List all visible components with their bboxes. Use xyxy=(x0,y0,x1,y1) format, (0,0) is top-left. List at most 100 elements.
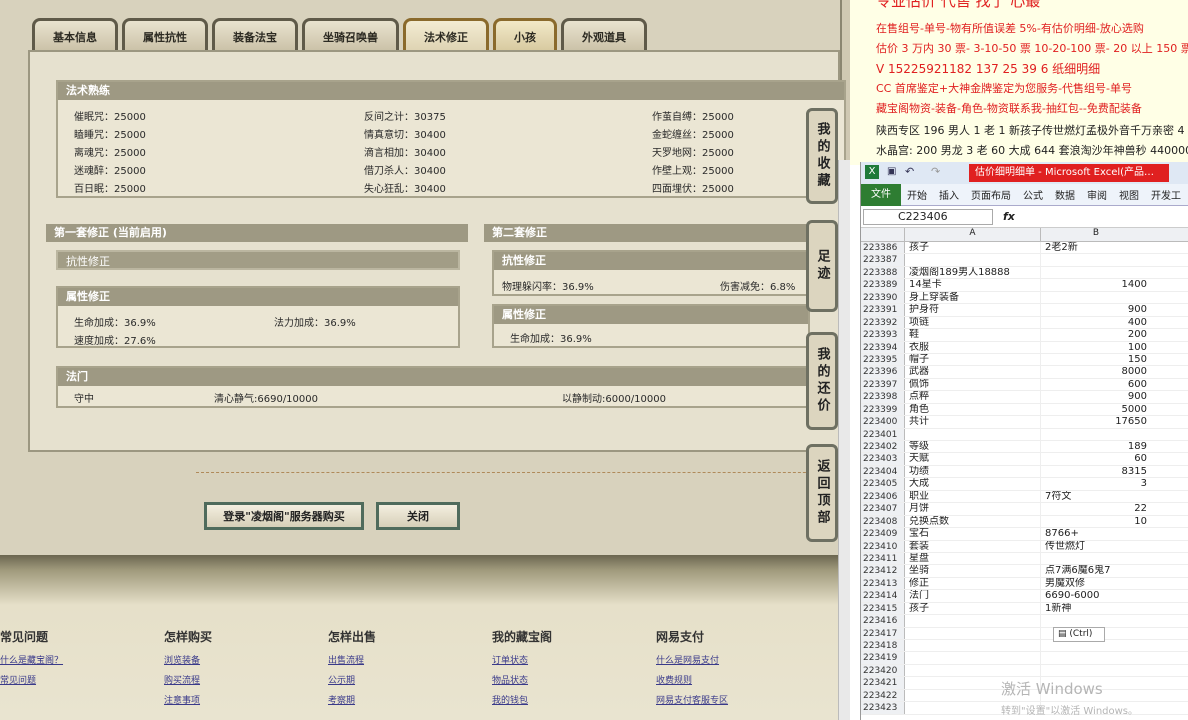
cell-b[interactable]: 100 xyxy=(1041,342,1151,353)
row-number[interactable]: 223400 xyxy=(861,416,905,428)
corner-cell[interactable] xyxy=(861,228,905,241)
row-number[interactable]: 223417 xyxy=(861,627,905,639)
row-number[interactable]: 223410 xyxy=(861,540,905,552)
footer-link[interactable]: 什么是网易支付 xyxy=(656,653,728,673)
close-button[interactable]: 关闭 xyxy=(376,502,460,530)
cell-b[interactable] xyxy=(1041,254,1151,265)
row-number[interactable]: 223396 xyxy=(861,366,905,378)
footer-link[interactable]: 网易支付客服专区 xyxy=(656,693,728,713)
my-favorites-button[interactable]: 我的收藏 xyxy=(806,108,838,204)
cell-a[interactable]: 月饼 xyxy=(905,503,1041,515)
cell-b[interactable]: 900 xyxy=(1041,304,1151,315)
fx-icon[interactable]: fx xyxy=(1003,210,1015,223)
tab-attr-resist[interactable]: 属性抗性 xyxy=(122,18,208,52)
cell-b[interactable]: 900 xyxy=(1041,391,1151,402)
cell-a[interactable]: 帽子 xyxy=(905,353,1041,366)
footer-link[interactable]: 收费规则 xyxy=(656,673,728,693)
cell-a[interactable]: 项链 xyxy=(905,316,1041,329)
cell-a[interactable]: 兑换点数 xyxy=(905,515,1041,528)
cell-b[interactable]: 200 xyxy=(1041,329,1151,340)
cell-a[interactable] xyxy=(905,664,1041,677)
ribbon-tab-insert[interactable]: 插入 xyxy=(933,187,965,202)
row-number[interactable]: 223413 xyxy=(861,577,905,590)
row-number[interactable]: 223399 xyxy=(861,403,905,416)
cell-a[interactable]: 护身符 xyxy=(905,304,1041,316)
cell-a[interactable]: 法门 xyxy=(905,590,1041,602)
cell-a[interactable]: 共计 xyxy=(905,416,1041,428)
cell-a[interactable]: 14星卡 xyxy=(905,279,1041,291)
cell-b[interactable]: 189 xyxy=(1041,441,1151,452)
cell-b[interactable]: 男魔双修 xyxy=(1041,578,1151,589)
cell-b[interactable]: 3 xyxy=(1041,478,1151,489)
row-number[interactable]: 223420 xyxy=(861,664,905,677)
cell-a[interactable]: 等级 xyxy=(905,441,1041,453)
cell-b[interactable] xyxy=(1041,429,1151,440)
cell-b[interactable]: 1400 xyxy=(1041,279,1151,290)
row-number[interactable]: 223422 xyxy=(861,689,905,702)
row-number[interactable]: 223408 xyxy=(861,515,905,528)
cell-a[interactable]: 套装 xyxy=(905,540,1041,552)
row-number[interactable]: 223421 xyxy=(861,677,905,689)
redo-icon[interactable]: ↷ xyxy=(931,165,940,178)
cell-b[interactable] xyxy=(1041,665,1151,676)
row-number[interactable]: 223395 xyxy=(861,353,905,366)
row-number[interactable]: 223419 xyxy=(861,652,905,664)
cell-a[interactable]: 坐骑 xyxy=(905,565,1041,577)
footer-link[interactable]: 浏览装备 xyxy=(164,653,212,673)
tab-spell-correction[interactable]: 法术修正 xyxy=(403,18,489,52)
ribbon-tab-layout[interactable]: 页面布局 xyxy=(965,187,1017,202)
row-number[interactable]: 223389 xyxy=(861,279,905,291)
row-number[interactable]: 223390 xyxy=(861,291,905,304)
footer-link[interactable]: 公示期 xyxy=(328,673,376,693)
footer-link[interactable]: 出售流程 xyxy=(328,653,376,673)
cell-a[interactable]: 佩饰 xyxy=(905,378,1041,391)
cell-b[interactable]: 8315 xyxy=(1041,466,1151,477)
row-number[interactable]: 223386 xyxy=(861,242,905,254)
cell-b[interactable]: 1新神 xyxy=(1041,603,1151,614)
row-number[interactable]: 223401 xyxy=(861,428,905,440)
cell-a[interactable]: 角色 xyxy=(905,403,1041,416)
row-number[interactable]: 223418 xyxy=(861,640,905,652)
cell-a[interactable]: 凌烟阁189男人18888 xyxy=(905,266,1041,279)
paste-options-button[interactable]: ▤ (Ctrl) xyxy=(1053,627,1105,642)
cell-b[interactable]: 传世燃灯 xyxy=(1041,541,1151,552)
column-header-a[interactable]: A xyxy=(905,228,1041,241)
cell-a[interactable] xyxy=(905,627,1041,639)
cell-b[interactable]: 7符文 xyxy=(1041,491,1151,502)
save-icon[interactable]: ▣ xyxy=(887,166,896,177)
row-number[interactable]: 223412 xyxy=(861,565,905,577)
cell-b[interactable]: 600 xyxy=(1041,379,1151,390)
cell-a[interactable] xyxy=(905,640,1041,652)
cell-a[interactable]: 修正 xyxy=(905,577,1041,590)
cell-a[interactable]: 孩子 xyxy=(905,242,1041,254)
row-number[interactable]: 223392 xyxy=(861,316,905,329)
cell-b[interactable]: 2老2新 xyxy=(1041,242,1151,253)
ribbon-tab-view[interactable]: 视图 xyxy=(1113,187,1145,202)
row-number[interactable]: 223387 xyxy=(861,254,905,266)
cell-b[interactable]: 8766+ xyxy=(1041,528,1151,539)
my-counteroffer-button[interactable]: 我的还价 xyxy=(806,332,838,430)
footer-link[interactable]: 购买流程 xyxy=(164,673,212,693)
cell-b[interactable]: 6690-6000 xyxy=(1041,590,1151,601)
cell-a[interactable]: 星盘 xyxy=(905,552,1041,565)
ribbon-tab-review[interactable]: 审阅 xyxy=(1081,187,1113,202)
cell-a[interactable]: 天赋 xyxy=(905,453,1041,465)
ribbon-tab-data[interactable]: 数据 xyxy=(1049,187,1081,202)
tab-equipment[interactable]: 装备法宝 xyxy=(212,18,298,52)
page-scrollbar[interactable] xyxy=(838,160,850,720)
undo-icon[interactable]: ↶ xyxy=(905,165,914,178)
row-number[interactable]: 223397 xyxy=(861,378,905,391)
cell-b[interactable]: 点7满6魔6鬼7 xyxy=(1041,565,1151,576)
cell-b[interactable]: 22 xyxy=(1041,503,1151,514)
tab-child[interactable]: 小孩 xyxy=(493,18,557,52)
row-number[interactable]: 223409 xyxy=(861,528,905,540)
sheet-grid[interactable]: 223386 孩子 2老2新 223387 223388 凌烟阁189男人18888 223… xyxy=(861,242,1188,715)
cell-b[interactable]: 60 xyxy=(1041,453,1151,464)
footer-link[interactable]: 注意事项 xyxy=(164,693,212,713)
row-number[interactable]: 223407 xyxy=(861,503,905,515)
cell-a[interactable]: 身上穿装备 xyxy=(905,291,1041,304)
cell-a[interactable]: 孩子 xyxy=(905,602,1041,615)
footprint-button[interactable]: 足迹 xyxy=(806,220,838,312)
cell-a[interactable]: 衣服 xyxy=(905,341,1041,353)
ribbon-tab-developer[interactable]: 开发工 xyxy=(1145,187,1187,202)
